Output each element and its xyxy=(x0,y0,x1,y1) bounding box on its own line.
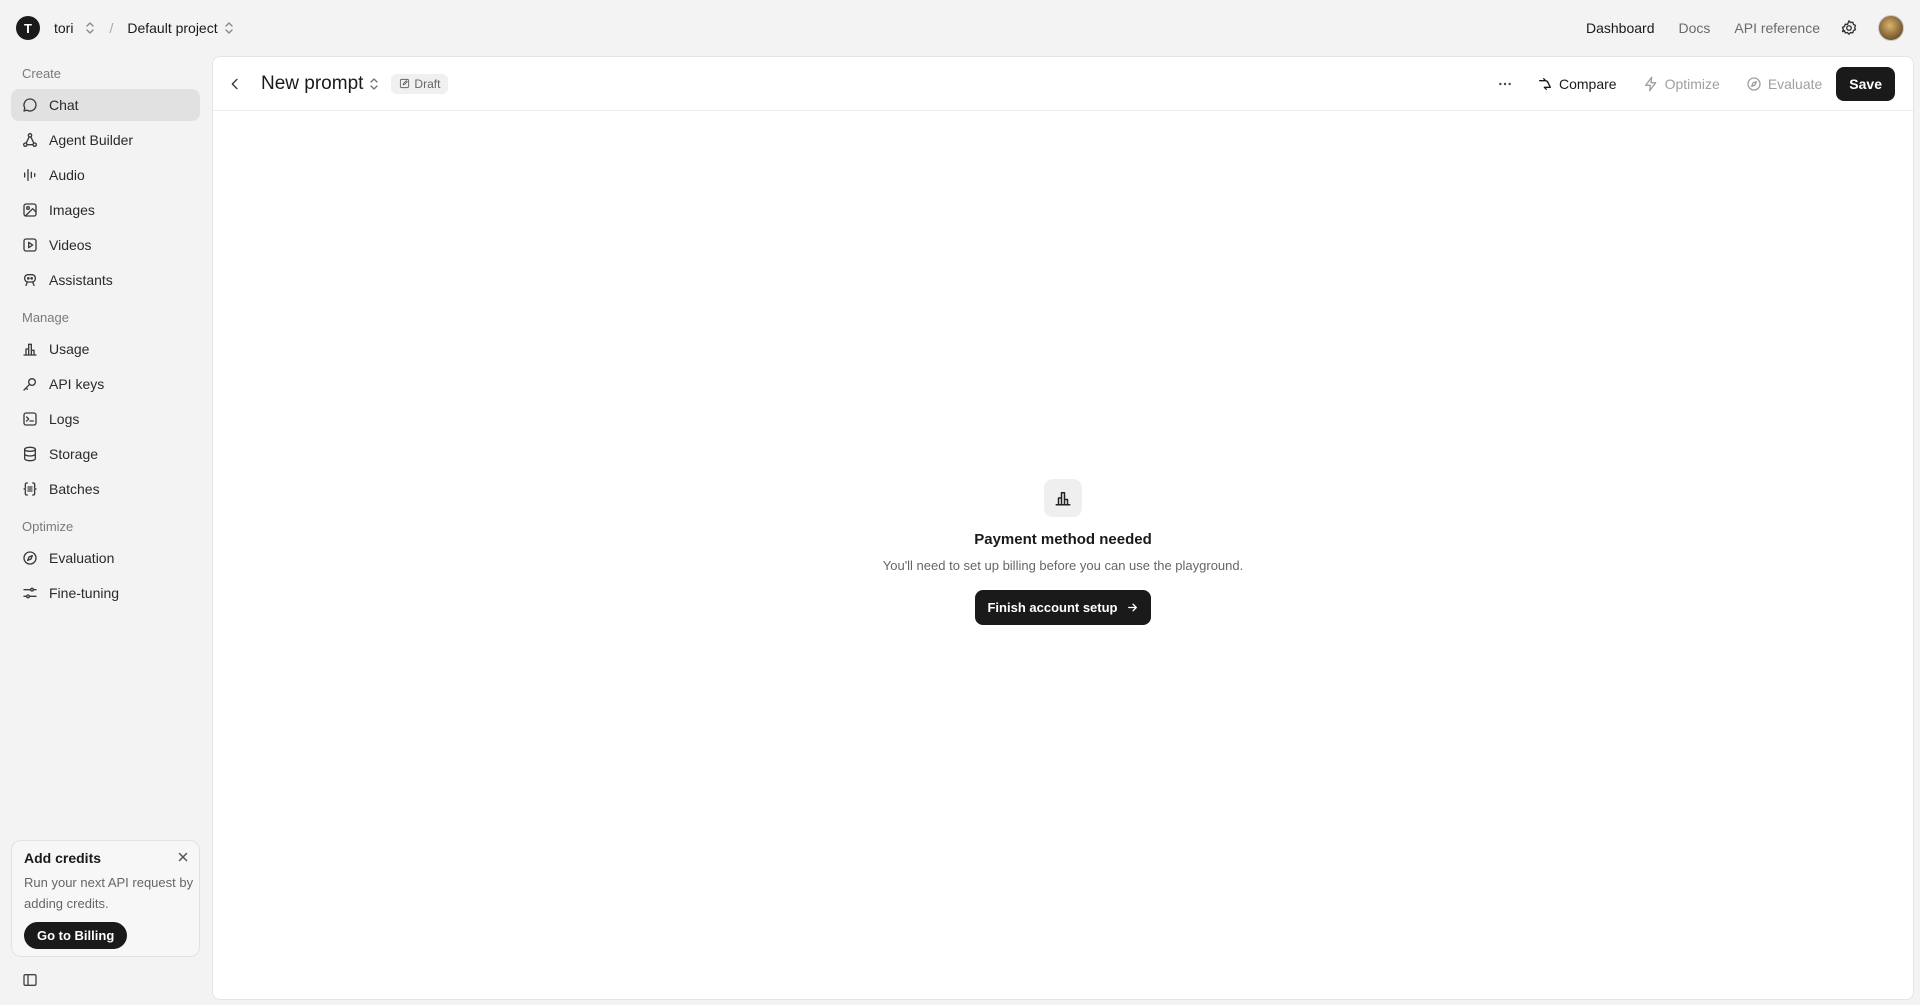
sidebar-item-images[interactable]: Images xyxy=(11,194,200,226)
optimize-label: Optimize xyxy=(1664,75,1720,92)
empty-state: Payment method needed You'll need to set… xyxy=(213,479,1913,625)
chat-bubble-icon xyxy=(22,97,38,113)
video-play-icon xyxy=(22,237,38,253)
arrow-right-icon xyxy=(1126,601,1139,614)
go-to-billing-button[interactable]: Go to Billing xyxy=(24,922,128,949)
project-switcher[interactable]: Default project xyxy=(127,20,233,36)
compass-icon xyxy=(22,550,38,566)
sidebar-item-label: Batches xyxy=(49,481,100,497)
sidebar-item-fine-tuning[interactable]: Fine-tuning xyxy=(11,577,200,609)
sidebar-item-batches[interactable]: Batches xyxy=(11,473,200,505)
chevron-updown-icon[interactable] xyxy=(369,77,379,91)
sidebar-item-logs[interactable]: Logs xyxy=(11,403,200,435)
finish-account-setup-button[interactable]: Finish account setup xyxy=(975,590,1151,625)
lightning-icon xyxy=(1643,76,1659,92)
section-label-manage: Manage xyxy=(22,310,69,325)
top-nav: Dashboard Docs API reference xyxy=(1562,15,1904,41)
sidebar-item-label: Images xyxy=(49,202,95,218)
org-avatar: T xyxy=(16,16,40,40)
sidebar-item-label: Audio xyxy=(49,167,85,183)
evaluate-label: Evaluate xyxy=(1767,75,1823,92)
main-panel: New prompt Draft Compare Optimize Evalua… xyxy=(212,56,1914,1000)
top-bar: T tori / Default project Dashboard Docs … xyxy=(0,0,1920,56)
chevron-updown-icon xyxy=(85,21,95,35)
section-label-optimize: Optimize xyxy=(22,519,74,534)
pencil-edit-icon xyxy=(399,78,410,89)
org-name: tori xyxy=(54,20,74,36)
sidebar-item-chat[interactable]: Chat xyxy=(11,89,200,121)
user-avatar[interactable] xyxy=(1878,15,1904,41)
compare-button[interactable]: Compare xyxy=(1537,76,1617,92)
nav-api-reference[interactable]: API reference xyxy=(1734,20,1820,36)
audio-waveform-icon xyxy=(22,167,38,183)
sidebar-item-label: Evaluation xyxy=(49,550,115,566)
database-icon xyxy=(22,446,38,462)
add-credits-card: Add credits Run your next API request by… xyxy=(11,840,200,957)
settings-gear-icon[interactable] xyxy=(1840,19,1858,37)
breadcrumb-separator: / xyxy=(109,20,114,36)
optimize-button[interactable]: Optimize xyxy=(1643,76,1720,92)
image-icon xyxy=(22,202,38,218)
sidebar-item-agent-builder[interactable]: Agent Builder xyxy=(11,124,200,156)
credits-title: Add credits xyxy=(24,850,102,866)
sidebar-item-label: Usage xyxy=(49,341,90,357)
nav-docs[interactable]: Docs xyxy=(1678,20,1710,36)
sidebar-item-usage[interactable]: Usage xyxy=(11,333,200,365)
assistant-robot-icon xyxy=(22,272,38,288)
bar-chart-icon xyxy=(1044,479,1082,517)
sidebar-item-audio[interactable]: Audio xyxy=(11,159,200,191)
sidebar-item-assistants[interactable]: Assistants xyxy=(11,264,200,296)
draft-badge: Draft xyxy=(391,73,449,94)
nav-dashboard[interactable]: Dashboard xyxy=(1586,20,1655,36)
sidebar-item-label: Agent Builder xyxy=(49,132,134,148)
sidebar: Create Chat Agent Builder Audio Images V… xyxy=(0,56,212,1005)
terminal-log-icon xyxy=(22,411,38,427)
braces-icon xyxy=(22,481,38,497)
save-button[interactable]: Save xyxy=(1836,66,1895,101)
agent-builder-icon xyxy=(22,132,38,148)
more-options-icon[interactable] xyxy=(1497,76,1513,92)
draft-label: Draft xyxy=(414,76,441,91)
sidebar-toggle-icon[interactable] xyxy=(22,972,38,988)
back-chevron-icon[interactable] xyxy=(227,76,243,92)
empty-state-description: You'll need to set up billing before you… xyxy=(882,558,1244,573)
sidebar-item-videos[interactable]: Videos xyxy=(11,229,200,261)
header-actions: Compare Optimize Evaluate Save xyxy=(1497,66,1895,101)
sliders-icon xyxy=(22,585,38,601)
prompt-header: New prompt Draft Compare Optimize Evalua… xyxy=(213,57,1913,111)
sidebar-item-label: API keys xyxy=(49,376,105,392)
credits-description: Run your next API request by adding cred… xyxy=(24,875,194,911)
sidebar-item-label: Logs xyxy=(49,411,80,427)
prompt-title[interactable]: New prompt xyxy=(261,73,363,95)
project-name: Default project xyxy=(127,20,218,36)
bar-chart-icon xyxy=(22,341,38,357)
empty-state-title: Payment method needed xyxy=(974,531,1152,548)
section-label-create: Create xyxy=(22,66,62,81)
org-switcher[interactable]: T tori xyxy=(16,16,95,40)
sidebar-item-label: Assistants xyxy=(49,272,113,288)
compare-label: Compare xyxy=(1558,75,1617,92)
sidebar-item-label: Chat xyxy=(49,97,79,113)
key-icon xyxy=(22,376,38,392)
chevron-updown-icon xyxy=(224,21,234,35)
sidebar-item-evaluation[interactable]: Evaluation xyxy=(11,542,200,574)
evaluate-button[interactable]: Evaluate xyxy=(1746,76,1822,92)
close-icon[interactable] xyxy=(177,851,189,863)
compare-arrows-icon xyxy=(1537,76,1553,92)
sidebar-item-api-keys[interactable]: API keys xyxy=(11,368,200,400)
sidebar-item-label: Fine-tuning xyxy=(49,585,120,601)
sidebar-item-label: Storage xyxy=(49,446,99,462)
finish-setup-label: Finish account setup xyxy=(987,600,1118,615)
sidebar-item-storage[interactable]: Storage xyxy=(11,438,200,470)
sidebar-item-label: Videos xyxy=(49,237,92,253)
compass-icon xyxy=(1746,76,1762,92)
